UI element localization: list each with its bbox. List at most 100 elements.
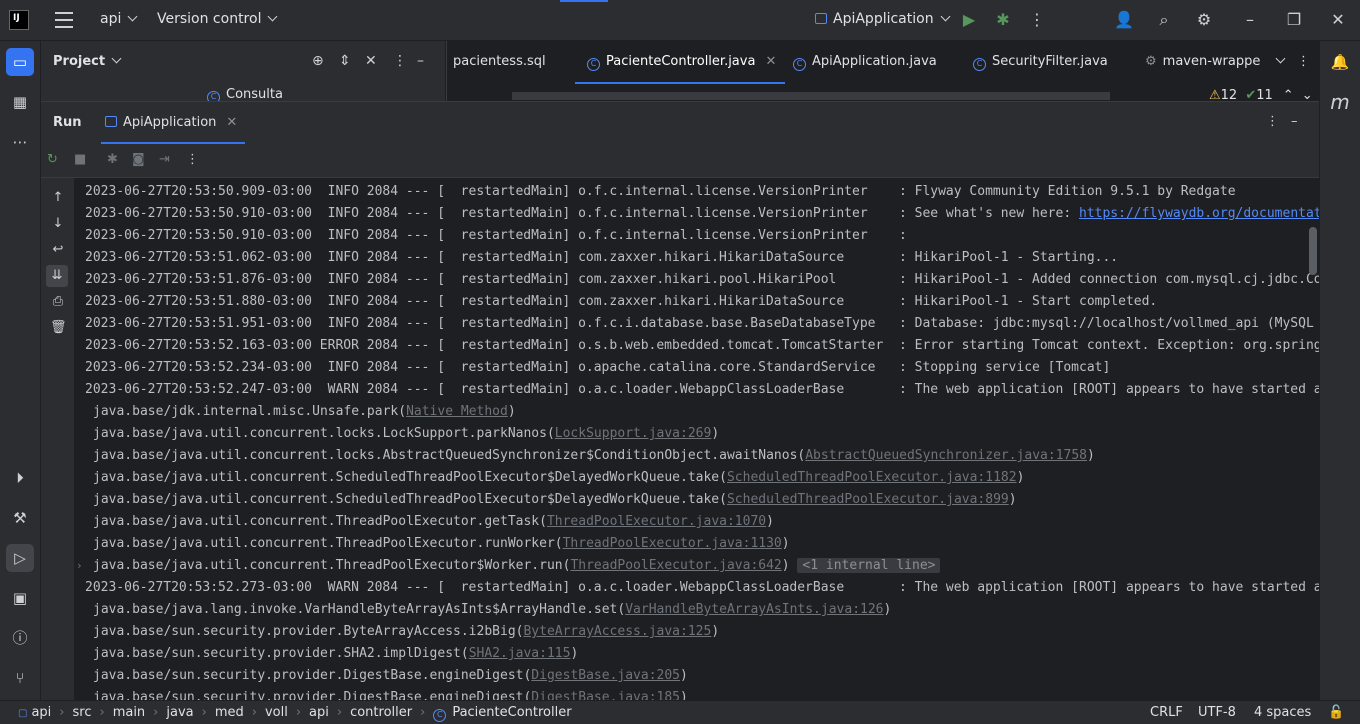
intellij-logo-icon[interactable]: IJ [9, 10, 29, 30]
breadcrumb-separator-icon: › [153, 705, 159, 720]
run-tool-icon[interactable]: ▷ [6, 544, 34, 572]
settings-gear-icon[interactable]: ⚙ [1192, 9, 1216, 33]
problems-tool-icon[interactable]: ⓘ [6, 624, 34, 652]
log-link[interactable]: https://flywaydb.org/documentation/learn… [1079, 206, 1319, 221]
scroll-down-icon[interactable]: ↓ [50, 216, 66, 231]
close-tab-icon[interactable]: ✕ [226, 115, 237, 130]
breadcrumb-item[interactable]: java [166, 705, 193, 720]
vcs-selector[interactable]: Version control [157, 11, 278, 27]
git-tool-icon[interactable]: ⑂ [6, 664, 34, 692]
trash-icon[interactable]: 🗑 [50, 320, 67, 335]
soft-wrap-icon[interactable]: ↩ [50, 242, 66, 257]
log-line: 2023-06-27T20:53:51.062-03:00 INFO 2084 … [85, 247, 1118, 269]
stack-source-link[interactable]: ScheduledThreadPoolExecutor.java:1182 [727, 470, 1017, 485]
tab-security-filter[interactable]: C SecurityFilter.java [973, 54, 1108, 71]
stack-source-link[interactable]: LockSupport.java:269 [555, 426, 712, 441]
hide-panel-icon[interactable]: – [417, 53, 424, 69]
line-separator[interactable]: CRLF [1150, 705, 1183, 720]
breadcrumb-item[interactable]: main [113, 705, 145, 720]
rerun-icon[interactable]: ↻ [47, 152, 58, 167]
search-icon[interactable]: ⌕ [1152, 9, 1176, 33]
debug-icon[interactable]: ✱ [991, 9, 1015, 33]
maven-m-icon[interactable]: m [1326, 88, 1354, 116]
console-vertical-scrollbar[interactable] [1309, 227, 1317, 275]
print-icon[interactable]: ⎙ [50, 294, 66, 309]
stack-frame: java.base/java.util.concurrent.locks.Abs… [93, 445, 1095, 467]
scroll-up-icon[interactable]: ↑ [50, 190, 66, 205]
run-icon[interactable]: ▶ [957, 9, 981, 33]
scroll-to-end-icon[interactable]: ⇊ [46, 265, 68, 287]
maximize-icon[interactable]: ❐ [1282, 9, 1306, 33]
project-tool-folder-icon[interactable]: ▭ [6, 48, 34, 76]
stack-source-link[interactable]: VarHandleByteArrayAsInts.java:126 [625, 602, 883, 617]
indent-setting[interactable]: 4 spaces [1254, 705, 1311, 720]
more-vertical-icon[interactable]: ⋮ [1025, 9, 1049, 33]
build-tool-icon[interactable]: ⚒ [6, 504, 34, 532]
locate-target-icon[interactable]: ⊕ [312, 53, 324, 69]
breadcrumb-item[interactable]: controller [350, 705, 412, 720]
tab-label: ApiApplication.java [812, 54, 937, 69]
tab-api-application[interactable]: C ApiApplication.java [793, 54, 937, 71]
run-tab-api-application[interactable]: ApiApplication ✕ [101, 102, 245, 144]
editor-horizontal-scrollbar[interactable] [512, 92, 1110, 100]
app-icon [105, 116, 117, 127]
file-encoding[interactable]: UTF-8 [1198, 705, 1236, 720]
exit-icon[interactable]: ⇥ [159, 152, 170, 167]
breadcrumb-item[interactable]: src [73, 705, 92, 720]
minimize-icon[interactable]: – [1238, 9, 1262, 33]
stack-close: ) [711, 624, 720, 639]
readonly-lock-icon[interactable]: 🔓 [1328, 705, 1344, 720]
stack-method: java.base/java.util.concurrent.ThreadPoo… [93, 536, 563, 551]
terminal-tool-icon[interactable]: ▣ [6, 584, 34, 612]
breadcrumb-item[interactable]: med [215, 705, 244, 720]
collapse-all-icon[interactable]: ✕ [365, 53, 377, 69]
services-tool-icon[interactable]: ⏵ [6, 464, 34, 492]
stop-icon[interactable]: ■ [74, 152, 86, 167]
stack-source-link[interactable]: ScheduledThreadPoolExecutor.java:899 [727, 492, 1009, 507]
stack-source-link[interactable]: Native Method [406, 404, 508, 419]
notifications-bell-icon[interactable]: 🔔 [1326, 48, 1354, 76]
add-user-icon[interactable]: 👤 [1112, 9, 1136, 33]
main-menu-icon[interactable] [55, 12, 73, 28]
tab-pacientess-sql[interactable]: pacientess.sql [453, 54, 546, 69]
internal-line-badge[interactable]: <1 internal line> [797, 558, 941, 573]
hide-panel-icon[interactable]: – [1291, 114, 1298, 129]
close-window-icon[interactable]: ✕ [1326, 9, 1350, 33]
progress-accent [560, 0, 608, 2]
tab-label: SecurityFilter.java [992, 54, 1108, 69]
breadcrumb-item[interactable]: api [31, 705, 51, 720]
breadcrumb-item[interactable]: PacienteController [452, 705, 571, 720]
stack-source-link[interactable]: ThreadPoolExecutor.java:1130 [563, 536, 782, 551]
more-vertical-icon[interactable]: ⋮ [186, 152, 199, 167]
project-panel-title[interactable]: Project [53, 53, 122, 69]
structure-tool-icon[interactable]: ▦ [6, 88, 34, 116]
breadcrumb-item[interactable]: api [309, 705, 329, 720]
console-output[interactable]: 2023-06-27T20:53:50.909-03:00 INFO 2084 … [74, 178, 1319, 701]
stack-source-link[interactable]: DigestBase.java:205 [531, 668, 680, 683]
debug-bug-icon[interactable]: ✱ [107, 152, 118, 167]
breadcrumb-separator-icon: › [251, 705, 257, 720]
close-tab-icon[interactable]: ✕ [765, 54, 776, 69]
more-vertical-icon[interactable]: ⋮ [1266, 114, 1279, 129]
log-text: 2023-06-27T20:53:52.234-03:00 INFO 2084 … [85, 360, 1111, 375]
stack-source-link[interactable]: AbstractQueuedSynchronizer.java:1758 [805, 448, 1087, 463]
fold-expand-icon[interactable]: › [76, 555, 83, 577]
more-vertical-icon[interactable]: ⋮ [1297, 54, 1310, 69]
breadcrumb-item[interactable]: voll [265, 705, 288, 720]
tabs-dropdown-chevron-icon[interactable] [1269, 53, 1286, 69]
camera-icon[interactable]: ◙ [132, 152, 145, 167]
stack-source-link[interactable]: SHA2.java:115 [469, 646, 571, 661]
stack-source-link[interactable]: ThreadPoolExecutor.java:1070 [547, 514, 766, 529]
more-tools-icon[interactable]: ⋯ [6, 128, 34, 156]
project-selector[interactable]: api [100, 11, 138, 27]
log-line: 2023-06-27T20:53:50.909-03:00 INFO 2084 … [85, 181, 1236, 203]
expand-all-icon[interactable]: ⇕ [339, 53, 351, 69]
project-panel-header: Project ⊕ ⇕ ✕ ⋮ – C Consulta [41, 41, 445, 104]
stack-source-link[interactable]: ByteArrayAccess.java:125 [523, 624, 711, 639]
run-config-selector[interactable]: ApiApplication [815, 11, 951, 27]
stack-source-link[interactable]: ThreadPoolExecutor.java:642 [570, 558, 781, 573]
tab-maven-wrapper[interactable]: ⚙ maven-wrappe [1145, 54, 1260, 69]
tab-paciente-controller[interactable]: C PacienteController.java ✕ [587, 54, 776, 71]
more-vertical-icon[interactable]: ⋮ [393, 53, 407, 69]
class-icon: C [587, 58, 600, 71]
